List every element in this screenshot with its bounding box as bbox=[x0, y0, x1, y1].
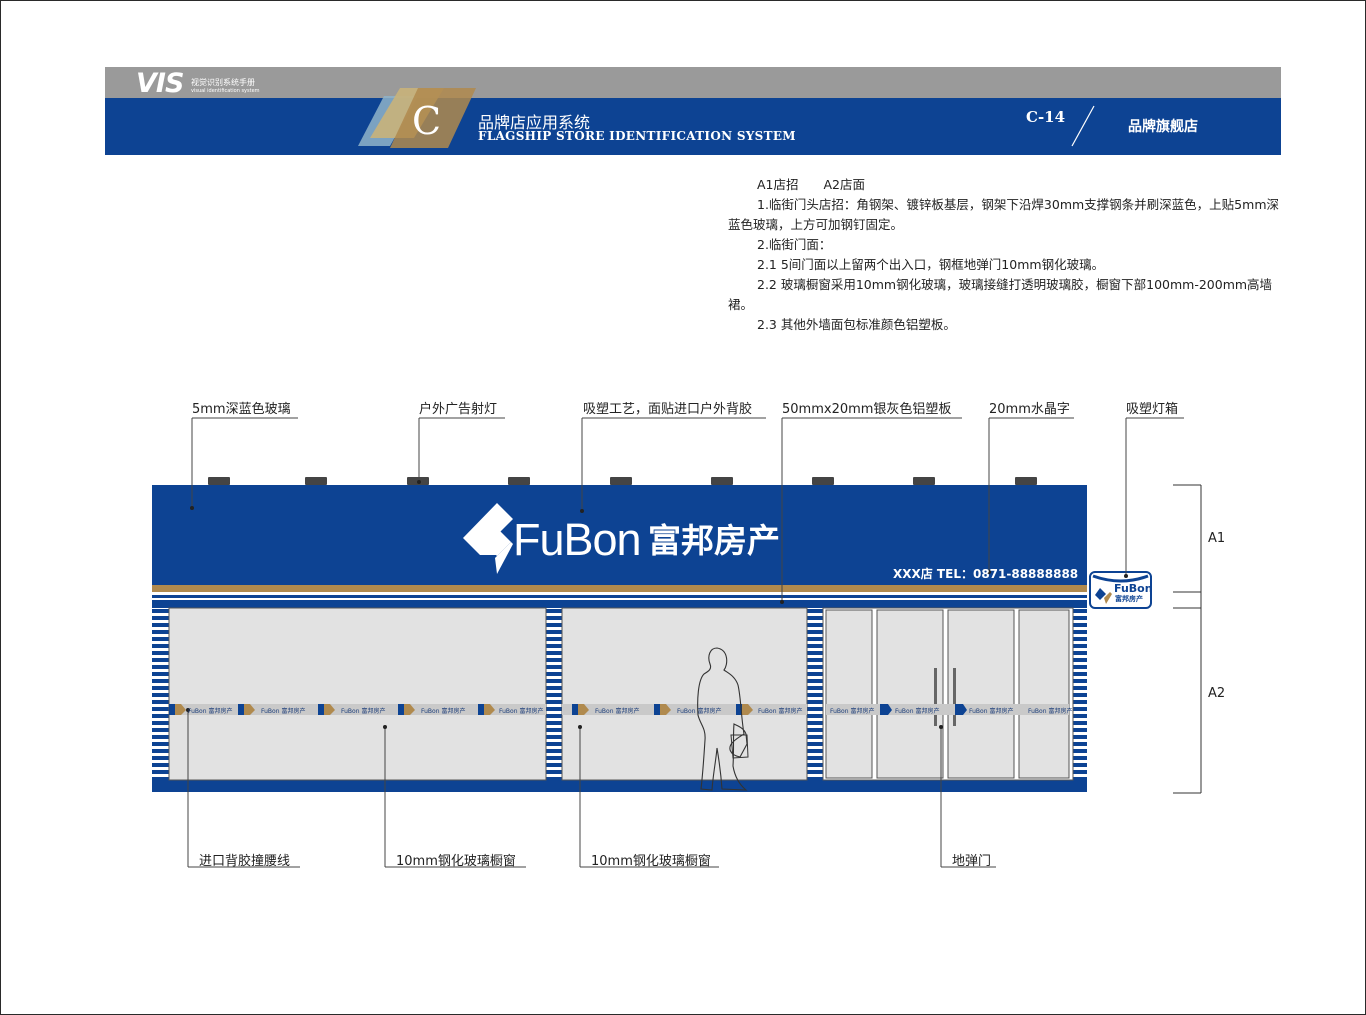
strip-text: FuBon 富邦房产 bbox=[595, 708, 640, 715]
callout-window-1: 10mm钢化玻璃橱窗 bbox=[396, 854, 516, 869]
lightbox-brand-cn: 富邦房产 bbox=[1115, 595, 1143, 603]
strip-text: FuBon 富邦房产 bbox=[758, 708, 803, 715]
strip-text: FuBon 富邦房产 bbox=[341, 708, 386, 715]
callout-crystal: 20mm水晶字 bbox=[989, 402, 1070, 417]
callout-door: 地弹门 bbox=[952, 854, 992, 869]
dimension-lines bbox=[1173, 484, 1202, 794]
callout-glass: 5mm深蓝色玻璃 bbox=[192, 402, 291, 417]
gold-trim bbox=[152, 585, 1087, 592]
strip-text: FuBon 富邦房产 bbox=[677, 708, 722, 715]
strip-text: FuBon 富邦房产 bbox=[895, 708, 940, 715]
strip-text: FuBon 富邦房产 bbox=[969, 708, 1014, 715]
strip-text: FuBon 富邦房产 bbox=[1028, 708, 1073, 715]
strip-text: FuBon 富邦房产 bbox=[499, 708, 544, 715]
callout-waistline: 进口背胶撞腰线 bbox=[199, 854, 291, 869]
callout-lightbox: 吸塑灯箱 bbox=[1126, 402, 1179, 417]
strip-text: FuBon 富邦房产 bbox=[830, 708, 875, 715]
sign-brand-text: FuBon bbox=[513, 514, 642, 565]
door-handle-left bbox=[934, 668, 937, 726]
callout-vacuum: 吸塑工艺，面贴进口户外背胶 bbox=[583, 402, 753, 417]
dimension-label-a1: A1 bbox=[1208, 531, 1226, 546]
base-band bbox=[152, 781, 1087, 792]
lightbox-brand: FuBon bbox=[1114, 582, 1153, 595]
strip-text: FuBon 富邦房产 bbox=[421, 708, 466, 715]
sign-brand-cn: 富邦房产 bbox=[648, 521, 780, 560]
strip-text: FuBon 富邦房产 bbox=[188, 708, 233, 715]
callout-alu-panel: 50mmx20mm银灰色铝塑板 bbox=[782, 402, 952, 417]
door-handle-right bbox=[953, 668, 956, 726]
callout-window-2: 10mm钢化玻璃橱窗 bbox=[591, 854, 711, 869]
sign-shop-tel: XXX店 TEL：0871-88888888 bbox=[893, 567, 1079, 581]
callout-spotlight: 户外广告射灯 bbox=[419, 402, 498, 417]
strip-text: FuBon 富邦房产 bbox=[261, 708, 306, 715]
spotlight-row bbox=[208, 477, 1037, 485]
dimension-label-a2: A2 bbox=[1208, 686, 1226, 701]
window-panel-2 bbox=[561, 607, 808, 781]
window-panel-1 bbox=[168, 607, 547, 781]
